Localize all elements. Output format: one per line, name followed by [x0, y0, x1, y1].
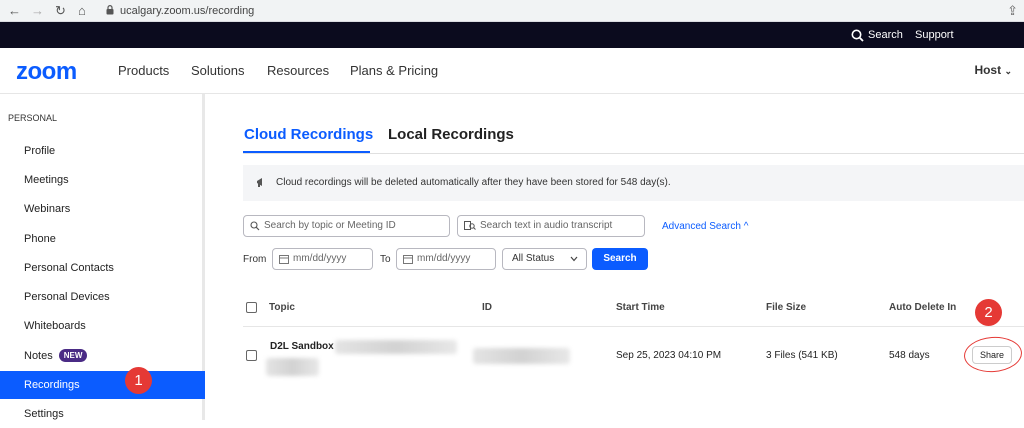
column-header-auto-delete: Auto Delete In: [889, 302, 957, 313]
select-all-checkbox[interactable]: [246, 302, 257, 313]
sidebar-item-label: Profile: [24, 145, 56, 157]
calendar-icon: [279, 255, 289, 264]
sidebar-item-profile[interactable]: Profile: [0, 137, 205, 165]
share-button-highlight-ring: [962, 335, 1024, 374]
chevron-down-icon: ⌄: [1004, 66, 1012, 76]
host-label: Host: [974, 63, 1002, 77]
nav-plans-pricing[interactable]: Plans & Pricing: [350, 63, 438, 78]
zoom-logo[interactable]: zoom: [16, 58, 77, 86]
from-date-input[interactable]: mm/dd/yyyy: [272, 248, 373, 270]
recording-start-time: Sep 25, 2023 04:10 PM: [616, 350, 722, 361]
sidebar-item-personal-contacts[interactable]: Personal Contacts: [0, 254, 205, 282]
top-search-label: Search: [868, 29, 903, 41]
annotation-marker-1: 1: [125, 367, 152, 394]
sidebar-item-label: Notes: [24, 350, 53, 362]
retention-notice-text: Cloud recordings will be deleted automat…: [276, 177, 671, 188]
main-navigation: zoom Products Solutions Resources Plans …: [0, 48, 1024, 94]
sidebar-item-label: Personal Devices: [24, 291, 110, 303]
search-icon: [250, 221, 260, 231]
nav-resources[interactable]: Resources: [267, 63, 329, 78]
transcript-search-placeholder: Search text in audio transcript: [480, 220, 613, 231]
sidebar-section-title: PERSONAL: [8, 113, 58, 123]
topic-search-input[interactable]: Search by topic or Meeting ID: [243, 215, 450, 237]
retention-notice: Cloud recordings will be deleted automat…: [243, 165, 1024, 201]
tab-local-recordings[interactable]: Local Recordings: [388, 126, 514, 143]
table-header-divider: [243, 326, 1024, 327]
browser-toolbar: ← → ↻ ⌂ ucalgary.zoom.us/recording ⇪: [0, 0, 1024, 22]
column-header-start-time: Start Time: [616, 302, 665, 313]
top-search-link[interactable]: Search: [851, 27, 903, 43]
row-checkbox[interactable]: [246, 350, 257, 361]
topic-search-placeholder: Search by topic or Meeting ID: [264, 220, 396, 231]
megaphone-icon: [257, 178, 262, 187]
column-header-file-size: File Size: [766, 302, 807, 313]
redacted-topic-detail: [266, 358, 319, 376]
sidebar-item-webinars[interactable]: Webinars: [0, 195, 205, 223]
sidebar-item-notes[interactable]: Notes NEW: [0, 342, 205, 370]
column-header-id: ID: [482, 302, 492, 313]
support-link[interactable]: Support: [915, 29, 954, 41]
top-utility-bar: Search Support: [0, 22, 1024, 48]
redacted-topic: [335, 340, 457, 354]
address-bar[interactable]: ucalgary.zoom.us/recording: [120, 5, 254, 17]
calendar-icon: [403, 255, 413, 264]
nav-solutions[interactable]: Solutions: [191, 63, 244, 78]
sidebar-item-whiteboards[interactable]: Whiteboards: [0, 312, 205, 340]
transcript-icon: [464, 221, 476, 230]
search-icon: [851, 29, 864, 42]
lock-icon: [106, 5, 114, 15]
search-button[interactable]: Search: [592, 248, 648, 270]
forward-icon[interactable]: →: [31, 3, 44, 19]
sidebar-item-label: Recordings: [24, 379, 80, 391]
tab-cloud-recordings[interactable]: Cloud Recordings: [244, 126, 373, 143]
host-menu[interactable]: Host ⌄: [974, 63, 1012, 77]
recording-auto-delete: 548 days: [889, 350, 930, 361]
annotation-marker-2: 2: [975, 299, 1002, 326]
from-label: From: [243, 254, 267, 265]
reload-icon[interactable]: ↻: [55, 3, 66, 19]
advanced-search-link[interactable]: Advanced Search ^: [662, 221, 748, 232]
recording-file-size[interactable]: 3 Files (541 KB): [766, 350, 838, 361]
share-page-icon[interactable]: ⇪: [1007, 3, 1018, 19]
sidebar-item-phone[interactable]: Phone: [0, 225, 205, 253]
to-date-placeholder: mm/dd/yyyy: [417, 253, 471, 264]
status-select-value: All Status: [512, 253, 555, 264]
sidebar-item-label: Personal Contacts: [24, 262, 114, 274]
transcript-search-input[interactable]: Search text in audio transcript: [457, 215, 645, 237]
redacted-meeting-id: [473, 348, 570, 364]
sidebar: PERSONAL Profile Meetings Webinars Phone…: [0, 94, 205, 420]
to-date-input[interactable]: mm/dd/yyyy: [396, 248, 496, 270]
new-badge: NEW: [58, 349, 88, 362]
from-date-placeholder: mm/dd/yyyy: [293, 253, 347, 264]
sidebar-item-recordings[interactable]: Recordings: [0, 371, 205, 399]
home-icon[interactable]: ⌂: [78, 3, 86, 19]
sidebar-item-label: Meetings: [24, 174, 69, 186]
tab-divider: [243, 153, 1024, 154]
sidebar-item-label: Webinars: [24, 203, 71, 215]
column-header-topic: Topic: [269, 302, 295, 313]
sidebar-item-label: Phone: [24, 233, 56, 245]
back-icon[interactable]: ←: [8, 3, 21, 19]
sidebar-item-label: Whiteboards: [24, 320, 86, 332]
status-select[interactable]: All Status: [502, 248, 587, 270]
sidebar-item-meetings[interactable]: Meetings: [0, 166, 205, 194]
sidebar-item-label: Settings: [24, 408, 64, 420]
recording-topic-link[interactable]: D2L Sandbox: [270, 341, 334, 352]
nav-products[interactable]: Products: [118, 63, 169, 78]
chevron-down-icon: [570, 256, 578, 262]
sidebar-item-personal-devices[interactable]: Personal Devices: [0, 283, 205, 311]
to-label: To: [380, 254, 391, 265]
sidebar-item-settings[interactable]: Settings: [0, 400, 205, 428]
